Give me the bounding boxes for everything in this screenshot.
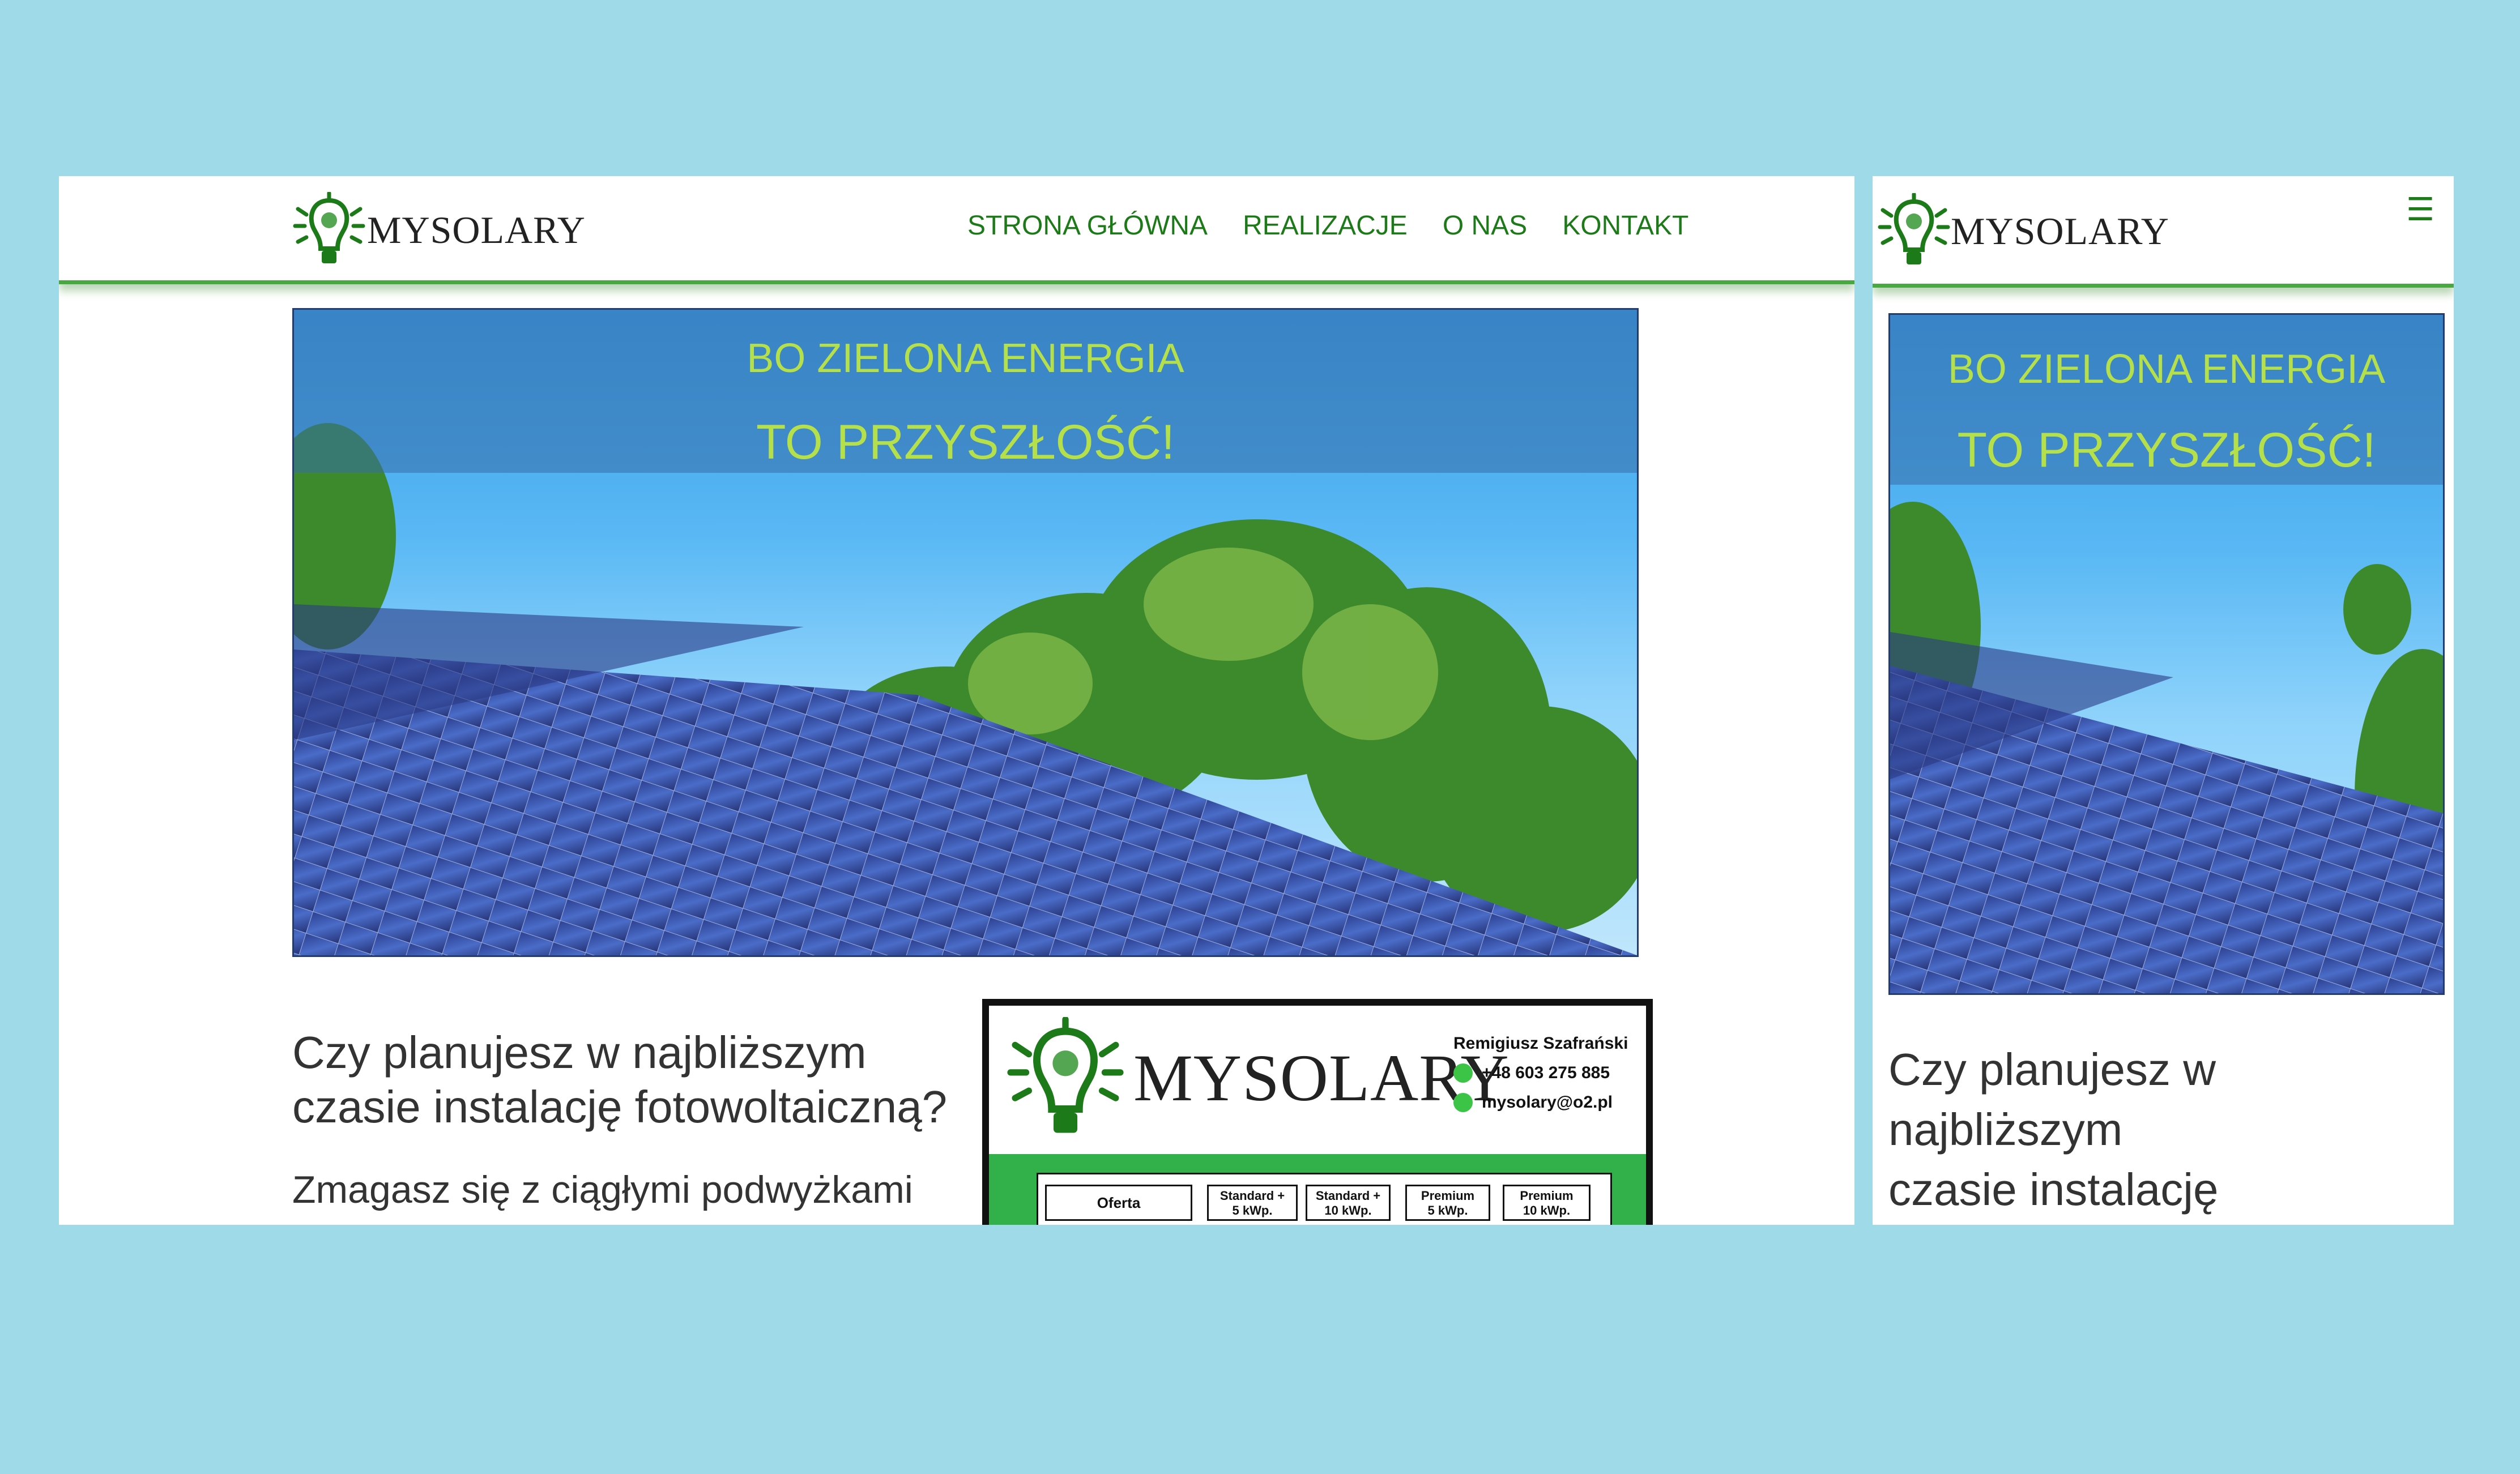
flyer-header: MYSOLARY Remigiusz Szafrański +48 603 27… [989,1006,1646,1153]
contact-name: Remigiusz Szafrański [1453,1034,1628,1053]
hero-banner: BO ZIELONA ENERGIA TO PRZYSZŁOŚĆ! [292,308,1639,957]
hero-line-1: BO ZIELONA ENERGIA [747,336,1184,381]
nav-strona-glowna[interactable]: STRONA GŁÓWNA [967,210,1208,241]
hamburger-icon[interactable]: ☰ [2406,191,2434,228]
nav-o-nas[interactable]: O NAS [1443,210,1527,241]
mobile-page-heading: Czy planujesz w najbliższym czasie insta… [1888,1040,2454,1225]
lightbulb-logo-icon [1007,1017,1124,1133]
lightbulb-logo-icon [1878,193,1950,264]
mobile-header: MYSOLARY ☰ [1873,176,2454,288]
offer-cell-3: Premium 5 kWp. [1405,1185,1490,1221]
email-text: mysolary@o2.pl [1482,1093,1613,1112]
subheading: Zmagasz się z ciągłymi podwyżkami [292,1168,913,1211]
mobile-hero-line-1: BO ZIELONA ENERGIA [1947,347,2386,392]
heading-line-1: Czy planujesz w najbliższym [292,1027,867,1078]
hero-line-2: TO PRZYSZŁOŚĆ! [756,415,1175,469]
mobile-hero-line-2: TO PRZYSZŁOŚĆ! [1957,423,2376,477]
heading-line-2: czasie instalację fotowoltaiczną? [292,1082,948,1132]
mobile-site-logo[interactable]: MYSOLARY [1877,193,2169,270]
mobile-heading-line-1: Czy planujesz w najbliższym [1888,1044,2216,1155]
nav-kontakt[interactable]: KONTAKT [1562,210,1688,241]
site-logo[interactable]: MYSOLARY [292,192,586,268]
mobile-heading-line-3: fotowoltaiczną? [1888,1220,2454,1225]
offer-cell-4: Premium 10 kWp. [1503,1185,1591,1221]
offer-cell-1: Standard +5 kWp. [1207,1185,1298,1221]
nav-realizacje[interactable]: REALIZACJE [1243,210,1408,241]
mobile-logo-text: MYSOLARY [1951,210,2169,253]
page-heading: Czy planujesz w najbliższym czasie insta… [292,1026,947,1134]
site-header: MYSOLARY STRONA GŁÓWNA REALIZACJE O NAS … [59,176,1854,284]
mobile-view: MYSOLARY ☰ BO ZIELONA ENERGIA TO PRZYSZŁ… [1873,176,2454,1225]
offer-flyer: MYSOLARY Remigiusz Szafrański +48 603 27… [982,999,1653,1225]
offer-cell-0: Oferta [1045,1185,1192,1221]
offer-table: Oferta Standard +5 kWp. Standard +10 kWp… [1037,1173,1612,1225]
contact-email: mysolary@o2.pl [1453,1093,1628,1112]
mobile-heading-line-2: czasie instalację [1888,1164,2219,1215]
desktop-view: MYSOLARY STRONA GŁÓWNA REALIZACJE O NAS … [59,176,1854,1225]
lightbulb-logo-icon [293,192,365,263]
mail-icon [1453,1093,1473,1112]
contact-phone: +48 603 275 885 [1453,1063,1628,1083]
logo-text: MYSOLARY [367,208,586,251]
main-nav: STRONA GŁÓWNA REALIZACJE O NAS KONTAKT [967,210,1688,241]
mobile-hero-banner: BO ZIELONA ENERGIA TO PRZYSZŁOŚĆ! [1888,313,2445,995]
offer-cell-2: Standard +10 kWp. [1306,1185,1391,1221]
flyer-contact: Remigiusz Szafrański +48 603 275 885 mys… [1453,1034,1628,1122]
phone-icon [1453,1063,1473,1083]
phone-text: +48 603 275 885 [1482,1063,1610,1082]
